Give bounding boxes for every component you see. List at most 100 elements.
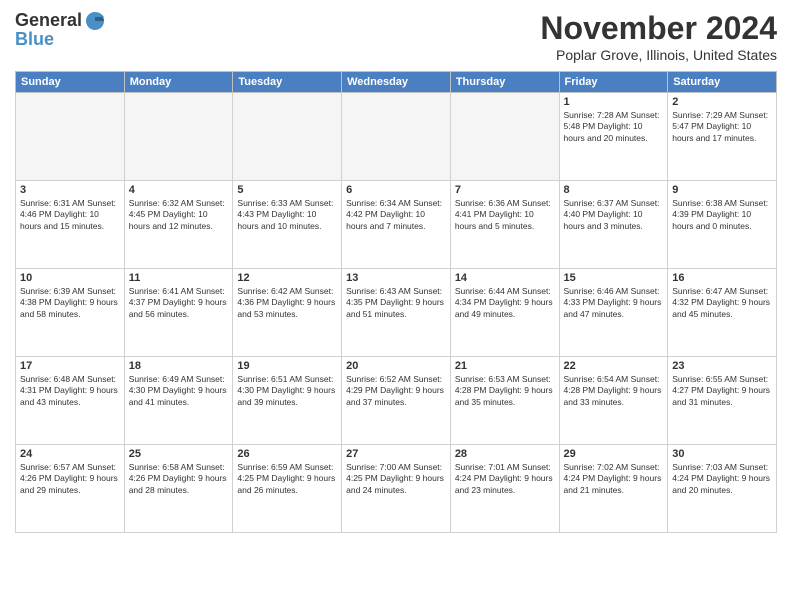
week-row-0: 1 Sunrise: 7:28 AM Sunset: 5:48 PM Daylig…	[16, 93, 777, 181]
weekday-header-monday: Monday	[124, 72, 233, 93]
day-info: Sunrise: 6:57 AM Sunset: 4:26 PM Dayligh…	[20, 462, 120, 496]
week-row-3: 17Sunrise: 6:48 AM Sunset: 4:31 PM Dayli…	[16, 357, 777, 445]
day-number: 10	[20, 272, 120, 284]
day-info: Sunrise: 6:31 AM Sunset: 4:46 PM Dayligh…	[20, 198, 120, 232]
weekday-header-friday: Friday	[559, 72, 668, 93]
calendar-cell: 24 Sunrise: 6:57 AM Sunset: 4:26 PM Dayli…	[16, 445, 125, 533]
day-number: 9	[672, 184, 772, 196]
day-number: 12	[237, 272, 337, 284]
day-info: Sunrise: 6:49 AM Sunset: 4:30 PM Dayligh…	[129, 374, 229, 408]
day-info: Sunrise: 6:44 AM Sunset: 4:34 PM Dayligh…	[455, 286, 555, 320]
day-number: 21	[455, 360, 555, 372]
calendar-cell: 30 Sunrise: 7:03 AM Sunset: 4:24 PM Dayli…	[668, 445, 777, 533]
calendar-cell: 20 Sunrise: 6:52 AM Sunset: 4:29 PM Dayli…	[342, 357, 451, 445]
weekday-header-row: SundayMondayTuesdayWednesdayThursdayFrid…	[16, 72, 777, 93]
day-info: Sunrise: 6:55 AM Sunset: 4:27 PM Dayligh…	[672, 374, 772, 408]
day-number: 29	[564, 448, 664, 460]
day-number: 1	[564, 96, 664, 108]
day-info: Sunrise: 6:51 AM Sunset: 4:30 PM Dayligh…	[237, 374, 337, 408]
calendar-cell: 25 Sunrise: 6:58 AM Sunset: 4:26 PM Dayli…	[124, 445, 233, 533]
logo-icon	[84, 10, 106, 32]
calendar: SundayMondayTuesdayWednesdayThursdayFrid…	[15, 71, 777, 533]
week-row-2: 10 Sunrise: 6:39 AM Sunset: 4:38 PM Dayli…	[16, 269, 777, 357]
weekday-header-thursday: Thursday	[450, 72, 559, 93]
calendar-cell: 17Sunrise: 6:48 AM Sunset: 4:31 PM Dayli…	[16, 357, 125, 445]
calendar-cell: 12 Sunrise: 6:42 AM Sunset: 4:36 PM Dayli…	[233, 269, 342, 357]
calendar-cell	[16, 93, 125, 181]
day-number: 30	[672, 448, 772, 460]
day-number: 7	[455, 184, 555, 196]
calendar-cell: 5 Sunrise: 6:33 AM Sunset: 4:43 PM Daylig…	[233, 181, 342, 269]
title-block: November 2024 Poplar Grove, Illinois, Un…	[540, 10, 777, 63]
weekday-header-saturday: Saturday	[668, 72, 777, 93]
day-number: 27	[346, 448, 446, 460]
calendar-cell: 22 Sunrise: 6:54 AM Sunset: 4:28 PM Dayli…	[559, 357, 668, 445]
calendar-cell: 11 Sunrise: 6:41 AM Sunset: 4:37 PM Dayli…	[124, 269, 233, 357]
calendar-cell: 1 Sunrise: 7:28 AM Sunset: 5:48 PM Daylig…	[559, 93, 668, 181]
day-number: 16	[672, 272, 772, 284]
logo: General Blue	[15, 10, 106, 50]
day-number: 17	[20, 360, 120, 372]
day-info: Sunrise: 6:54 AM Sunset: 4:28 PM Dayligh…	[564, 374, 664, 408]
header: General Blue November 2024 Poplar Grove,…	[15, 10, 777, 63]
calendar-cell: 29 Sunrise: 7:02 AM Sunset: 4:24 PM Dayli…	[559, 445, 668, 533]
day-number: 22	[564, 360, 664, 372]
day-info: Sunrise: 6:37 AM Sunset: 4:40 PM Dayligh…	[564, 198, 664, 232]
day-number: 15	[564, 272, 664, 284]
day-info: Sunrise: 6:42 AM Sunset: 4:36 PM Dayligh…	[237, 286, 337, 320]
subtitle: Poplar Grove, Illinois, United States	[540, 47, 777, 63]
week-row-4: 24 Sunrise: 6:57 AM Sunset: 4:26 PM Dayli…	[16, 445, 777, 533]
logo-blue: Blue	[15, 30, 106, 50]
day-info: Sunrise: 7:29 AM Sunset: 5:47 PM Dayligh…	[672, 110, 772, 144]
day-info: Sunrise: 6:46 AM Sunset: 4:33 PM Dayligh…	[564, 286, 664, 320]
page: General Blue November 2024 Poplar Grove,…	[0, 0, 792, 612]
day-info: Sunrise: 6:33 AM Sunset: 4:43 PM Dayligh…	[237, 198, 337, 232]
day-info: Sunrise: 6:53 AM Sunset: 4:28 PM Dayligh…	[455, 374, 555, 408]
day-info: Sunrise: 6:36 AM Sunset: 4:41 PM Dayligh…	[455, 198, 555, 232]
calendar-cell: 23 Sunrise: 6:55 AM Sunset: 4:27 PM Dayli…	[668, 357, 777, 445]
day-info: Sunrise: 6:39 AM Sunset: 4:38 PM Dayligh…	[20, 286, 120, 320]
calendar-cell: 28Sunrise: 7:01 AM Sunset: 4:24 PM Dayli…	[450, 445, 559, 533]
day-number: 19	[237, 360, 337, 372]
day-number: 26	[237, 448, 337, 460]
calendar-cell: 14 Sunrise: 6:44 AM Sunset: 4:34 PM Dayli…	[450, 269, 559, 357]
day-number: 11	[129, 272, 229, 284]
day-number: 2	[672, 96, 772, 108]
day-info: Sunrise: 6:32 AM Sunset: 4:45 PM Dayligh…	[129, 198, 229, 232]
weekday-header-wednesday: Wednesday	[342, 72, 451, 93]
day-info: Sunrise: 6:43 AM Sunset: 4:35 PM Dayligh…	[346, 286, 446, 320]
calendar-cell	[450, 93, 559, 181]
calendar-cell	[124, 93, 233, 181]
day-number: 13	[346, 272, 446, 284]
day-number: 6	[346, 184, 446, 196]
day-info: Sunrise: 7:03 AM Sunset: 4:24 PM Dayligh…	[672, 462, 772, 496]
day-info: Sunrise: 6:58 AM Sunset: 4:26 PM Dayligh…	[129, 462, 229, 496]
day-number: 23	[672, 360, 772, 372]
week-row-1: 3Sunrise: 6:31 AM Sunset: 4:46 PM Daylig…	[16, 181, 777, 269]
calendar-cell: 26Sunrise: 6:59 AM Sunset: 4:25 PM Dayli…	[233, 445, 342, 533]
calendar-cell: 2 Sunrise: 7:29 AM Sunset: 5:47 PM Daylig…	[668, 93, 777, 181]
day-info: Sunrise: 6:34 AM Sunset: 4:42 PM Dayligh…	[346, 198, 446, 232]
day-number: 14	[455, 272, 555, 284]
day-number: 24	[20, 448, 120, 460]
day-info: Sunrise: 6:38 AM Sunset: 4:39 PM Dayligh…	[672, 198, 772, 232]
calendar-cell: 7 Sunrise: 6:36 AM Sunset: 4:41 PM Daylig…	[450, 181, 559, 269]
main-title: November 2024	[540, 10, 777, 47]
day-number: 20	[346, 360, 446, 372]
day-number: 25	[129, 448, 229, 460]
day-number: 8	[564, 184, 664, 196]
weekday-header-tuesday: Tuesday	[233, 72, 342, 93]
calendar-cell: 16Sunrise: 6:47 AM Sunset: 4:32 PM Dayli…	[668, 269, 777, 357]
day-number: 28	[455, 448, 555, 460]
calendar-cell	[233, 93, 342, 181]
day-number: 5	[237, 184, 337, 196]
day-info: Sunrise: 7:00 AM Sunset: 4:25 PM Dayligh…	[346, 462, 446, 496]
day-info: Sunrise: 7:02 AM Sunset: 4:24 PM Dayligh…	[564, 462, 664, 496]
day-info: Sunrise: 7:28 AM Sunset: 5:48 PM Dayligh…	[564, 110, 664, 144]
calendar-cell: 10 Sunrise: 6:39 AM Sunset: 4:38 PM Dayli…	[16, 269, 125, 357]
day-info: Sunrise: 6:41 AM Sunset: 4:37 PM Dayligh…	[129, 286, 229, 320]
calendar-cell: 6 Sunrise: 6:34 AM Sunset: 4:42 PM Daylig…	[342, 181, 451, 269]
calendar-cell: 9 Sunrise: 6:38 AM Sunset: 4:39 PM Daylig…	[668, 181, 777, 269]
day-info: Sunrise: 6:52 AM Sunset: 4:29 PM Dayligh…	[346, 374, 446, 408]
calendar-cell	[342, 93, 451, 181]
